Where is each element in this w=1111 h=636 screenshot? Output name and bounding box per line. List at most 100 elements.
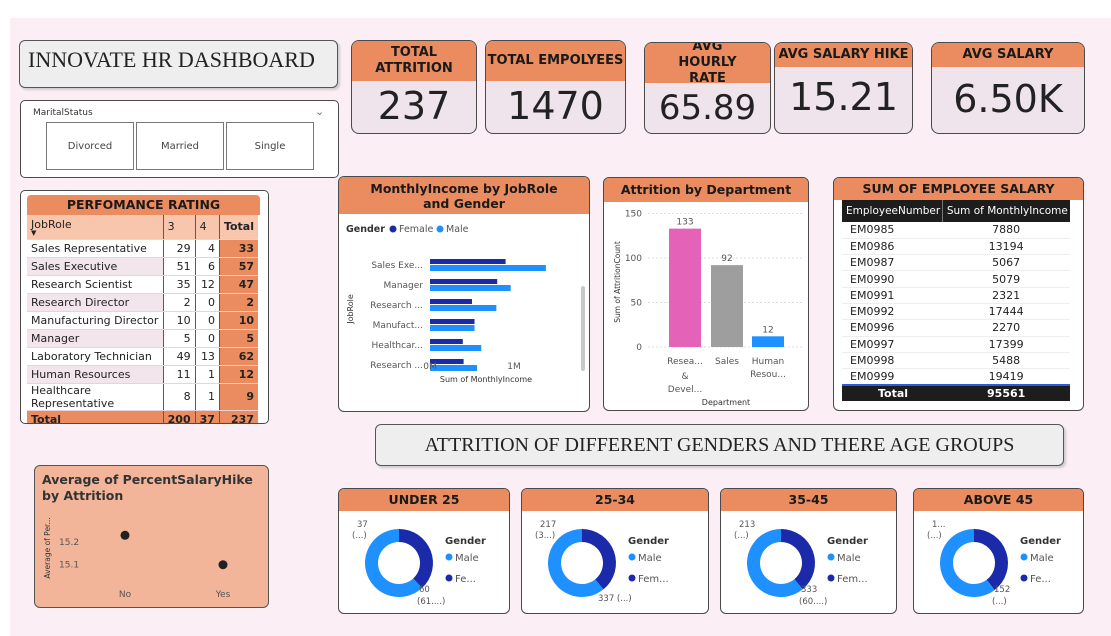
slicer-option-single[interactable]: Single bbox=[226, 122, 314, 170]
table-row[interactable]: EM0996 2270 bbox=[842, 320, 1070, 337]
table-row[interactable]: Research Director 2 0 2 bbox=[27, 293, 258, 312]
chart-title: Attrition by Department bbox=[604, 178, 808, 202]
row-rating-3: 2 bbox=[162, 293, 196, 312]
data-label: 92 bbox=[721, 254, 732, 264]
monthly-income-chart: Gender Female Male Sales Exe... Manager Resea… bbox=[346, 224, 585, 384]
y-axis-label: Sum of AttritionCount bbox=[613, 241, 622, 323]
row-label: Manufacturing Director bbox=[27, 311, 164, 330]
chart-title: ABOVE 45 bbox=[914, 489, 1083, 511]
row-rating-3: 51 bbox=[162, 257, 196, 276]
data-label: 12 bbox=[762, 325, 773, 335]
legend-male: Male bbox=[638, 553, 662, 564]
legend-female-marker bbox=[389, 225, 397, 233]
donut-slice-female bbox=[974, 529, 1008, 591]
legend-male: Male bbox=[446, 224, 469, 235]
column-header-employee-number[interactable]: EmployeeNumber bbox=[842, 200, 943, 222]
bar-female bbox=[430, 319, 475, 324]
column-header-monthly-income[interactable]: Sum of MonthlyIncome bbox=[942, 200, 1070, 222]
employee-number: EM0999 bbox=[850, 370, 895, 384]
table-row[interactable]: Manager 5 0 5 bbox=[27, 329, 258, 348]
attrition-department-chart: 0 50 100 150 133 92 12 Resea... & Devel... Sales Hu… bbox=[613, 210, 804, 407]
table-row[interactable]: EM0985 7880 bbox=[842, 222, 1070, 239]
y-tick-label: Sales Exe... bbox=[371, 261, 423, 271]
y-axis-label: JobRole bbox=[346, 294, 355, 325]
employee-number: EM0986 bbox=[850, 239, 895, 253]
column-header-rating-3[interactable]: 3 bbox=[162, 215, 196, 240]
table-row[interactable]: EM0986 13194 bbox=[842, 238, 1070, 255]
table-row[interactable]: EM0997 17399 bbox=[842, 336, 1070, 353]
bar-female bbox=[430, 259, 506, 264]
performance-grid: JobRole ▼ 3 4 Total Sales Representative 2… bbox=[27, 215, 258, 423]
legend-title: Gender bbox=[1020, 536, 1061, 547]
row-total: 62 bbox=[218, 347, 258, 366]
bar-male bbox=[430, 365, 478, 371]
table-row[interactable]: Sales Executive 51 6 57 bbox=[27, 257, 258, 276]
donut-card-under-25: UNDER 25 37 (...) 60 (61....) Gender Male Fe..… bbox=[338, 488, 510, 614]
total-label: Total bbox=[842, 383, 943, 402]
x-tick-label: Sales bbox=[715, 357, 739, 367]
y-tick-label: 0 bbox=[636, 343, 642, 353]
table-row[interactable]: Human Resources 11 1 12 bbox=[27, 365, 258, 384]
marital-status-slicer: MaritalStatus ⌄ Divorced Married Single bbox=[20, 100, 339, 178]
row-label: Laboratory Technician bbox=[27, 347, 164, 366]
row-rating-4: 6 bbox=[194, 257, 220, 276]
column-header-jobrole[interactable]: JobRole ▼ bbox=[27, 215, 164, 240]
legend-male-marker bbox=[827, 553, 835, 561]
table-row[interactable]: Manufacturing Director 10 0 10 bbox=[27, 311, 258, 330]
table-row[interactable]: EM0990 5079 bbox=[842, 271, 1070, 288]
donut-data-label: 60 bbox=[419, 585, 430, 595]
donut-data-label: (...) bbox=[734, 531, 749, 541]
kpi-total-attrition: TOTAL ATTRITION 237 bbox=[351, 40, 477, 134]
chart-title: MonthlyIncome by JobRole and Gender bbox=[339, 177, 589, 214]
column-header-total[interactable]: Total bbox=[218, 215, 258, 240]
row-rating-3: 29 bbox=[162, 239, 196, 258]
row-rating-3: 49 bbox=[162, 347, 196, 366]
donut-data-label: (...) bbox=[927, 531, 942, 541]
column-header-rating-4[interactable]: 4 bbox=[194, 215, 220, 240]
bar-department bbox=[752, 336, 784, 347]
row-label: Healthcare Representative bbox=[27, 383, 164, 411]
table-row[interactable]: EM0987 5067 bbox=[842, 255, 1070, 271]
slicer-option-divorced[interactable]: Divorced bbox=[46, 122, 134, 170]
legend-female: Fe... bbox=[455, 574, 476, 585]
donut-data-label: (61....) bbox=[417, 597, 445, 607]
row-rating-4: 1 bbox=[194, 365, 220, 384]
table-row[interactable]: EM0991 2321 bbox=[842, 287, 1070, 304]
table-row[interactable]: EM0999 19419 bbox=[842, 369, 1070, 385]
legend-male-marker bbox=[436, 225, 444, 233]
donut-slice-female bbox=[781, 529, 815, 590]
table-row[interactable]: Sales Representative 29 4 33 bbox=[27, 239, 258, 258]
table-row[interactable]: Research Scientist 35 12 47 bbox=[27, 275, 258, 294]
donut-chart-above-45: 1...(...)152(...)GenderMaleFe... bbox=[927, 520, 1061, 607]
table-row[interactable]: EM0992 17444 bbox=[842, 303, 1070, 320]
row-label: Research Director bbox=[27, 293, 164, 312]
legend-female: Fem... bbox=[837, 574, 868, 585]
bar-department bbox=[711, 265, 743, 347]
legend-title: Gender bbox=[827, 536, 868, 547]
legend-female-marker bbox=[445, 574, 453, 582]
row-rating-4: 0 bbox=[194, 311, 220, 330]
row-label: Sales Representative bbox=[27, 239, 164, 258]
chevron-down-icon[interactable]: ⌄ bbox=[315, 105, 324, 118]
slicer-option-married[interactable]: Married bbox=[136, 122, 224, 170]
y-tick-label: Research ... bbox=[370, 361, 423, 371]
x-tick-label: Yes bbox=[215, 590, 231, 600]
kpi-value: 65.89 bbox=[658, 88, 757, 128]
table-row[interactable]: Laboratory Technician 49 13 62 bbox=[27, 347, 258, 366]
employee-number: EM0987 bbox=[850, 256, 895, 270]
kpi-value: 6.50K bbox=[953, 77, 1063, 121]
x-tick-label: & bbox=[681, 372, 688, 382]
legend-female-marker bbox=[628, 574, 636, 582]
salary-grid: EmployeeNumber Sum of MonthlyIncome EM09… bbox=[842, 200, 1070, 402]
slicer-title: MaritalStatus bbox=[33, 108, 93, 118]
table-row[interactable]: Healthcare Representative 8 1 9 bbox=[27, 383, 258, 411]
table-row[interactable]: EM0998 5488 bbox=[842, 352, 1070, 369]
donut-slice-female bbox=[582, 529, 616, 590]
monthly-income: 13194 bbox=[988, 239, 1024, 253]
row-rating-4: 13 bbox=[194, 347, 220, 366]
x-axis-label: Sum of MonthlyIncome bbox=[440, 375, 532, 384]
donut-data-label: 213 bbox=[739, 520, 755, 530]
donut-data-label: 333 bbox=[801, 585, 817, 595]
bar-male bbox=[430, 305, 497, 311]
donut-card-above-45: ABOVE 45 1... (...) 152 (...) Gender Male Fe..… bbox=[913, 488, 1084, 614]
